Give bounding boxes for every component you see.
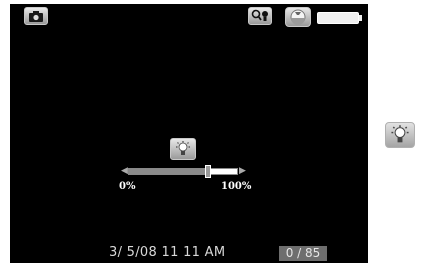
brightness-max-label: 100% bbox=[221, 181, 252, 192]
camera-screen: ◀ ▶ 0% 100% 3/ 5/08 11 11 AM 0 / 85 bbox=[10, 4, 368, 263]
battery-icon bbox=[317, 12, 362, 24]
globe-icon bbox=[290, 9, 306, 25]
photo-counter: 0 / 85 bbox=[279, 246, 327, 261]
camera-button[interactable] bbox=[24, 7, 48, 25]
side-brightness-button[interactable] bbox=[385, 122, 415, 148]
lightbulb-icon bbox=[391, 125, 409, 143]
globe-button[interactable] bbox=[285, 7, 311, 27]
camera-icon bbox=[29, 10, 43, 22]
datetime-label: 3/ 5/08 11 11 AM bbox=[109, 245, 226, 260]
light-search-button[interactable] bbox=[248, 7, 272, 25]
slider-right-arrow-icon[interactable]: ▶ bbox=[239, 167, 246, 176]
brightness-bulb-button[interactable] bbox=[170, 138, 196, 160]
brightness-slider[interactable] bbox=[128, 168, 238, 175]
brightness-slider-thumb[interactable] bbox=[205, 165, 212, 178]
magnifier-bulb-icon bbox=[251, 9, 268, 21]
slider-left-arrow-icon[interactable]: ◀ bbox=[121, 167, 128, 176]
brightness-min-label: 0% bbox=[119, 181, 136, 192]
brightness-slider-fill bbox=[129, 169, 208, 174]
lightbulb-icon bbox=[176, 141, 190, 155]
